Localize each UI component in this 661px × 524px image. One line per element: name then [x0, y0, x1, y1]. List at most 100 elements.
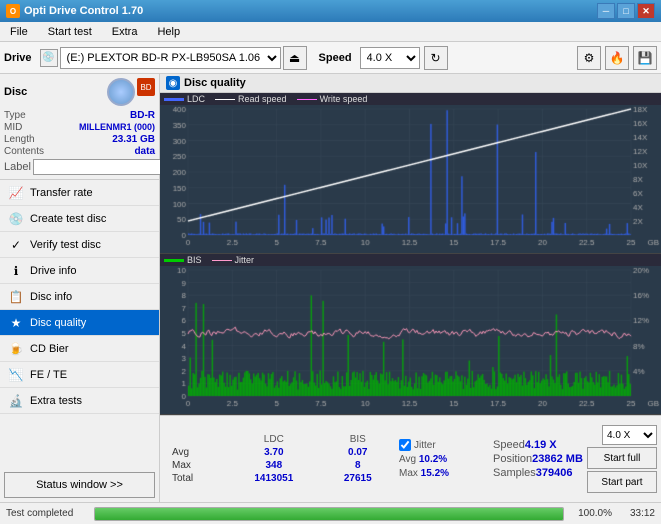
nav-verify-disc-label: Verify test disc [30, 239, 101, 251]
speed-section: Speed4.19 X Position23862 MB Samples3794… [493, 439, 583, 479]
bottom-stats: LDC BIS Avg 3.70 0.07 Max 348 8 Total [160, 415, 661, 502]
start-full-button[interactable]: Start full [587, 447, 657, 469]
length-value: 23.31 GB [112, 134, 155, 145]
bis-chart-section: BIS Jitter [160, 254, 661, 415]
nav-disc-info-label: Disc info [30, 291, 72, 303]
bis-column-header: BIS [321, 433, 396, 446]
disc-section: Disc BD Type BD-R MID MILLENMR1 (000) Le… [0, 74, 159, 180]
jitter-section: Jitter Avg 10.2% Max 15.2% [399, 439, 489, 479]
create-disc-icon: 💿 [8, 211, 24, 227]
right-panel: ◉ Disc quality LDC Read speed Write spee… [160, 74, 661, 502]
app-title: Opti Drive Control 1.70 [24, 5, 143, 17]
burn-button[interactable]: 🔥 [605, 46, 629, 70]
close-button[interactable]: ✕ [637, 3, 655, 19]
start-part-button[interactable]: Start part [587, 471, 657, 493]
menu-help[interactable]: Help [151, 24, 186, 40]
app-icon: O [6, 4, 20, 18]
speed-label-text: Speed [493, 439, 525, 451]
menu-bar: File Start test Extra Help [0, 22, 661, 42]
bis-legend: BIS Jitter [160, 254, 661, 266]
samples-label: Samples [493, 467, 536, 479]
jitter-max: 15.2% [421, 468, 449, 479]
ldc-chart-section: LDC Read speed Write speed [160, 93, 661, 254]
toolbar: Drive 💿 (E:) PLEXTOR BD-R PX-LB950SA 1.0… [0, 42, 661, 74]
max-label: Max [164, 459, 227, 472]
length-label: Length [4, 134, 35, 145]
menu-file[interactable]: File [4, 24, 34, 40]
bis-avg: 0.07 [321, 446, 396, 459]
total-label: Total [164, 472, 227, 485]
bottom-speed-select[interactable]: 4.0 X [602, 425, 657, 445]
title-bar: O Opti Drive Control 1.70 ─ □ ✕ [0, 0, 661, 22]
drive-icon: 💿 [40, 49, 58, 67]
speed-label: Speed [319, 52, 352, 64]
contents-label: Contents [4, 146, 44, 157]
status-window-button[interactable]: Status window >> [4, 472, 155, 498]
progress-percent: 100.0% [572, 508, 612, 519]
menu-start-test[interactable]: Start test [42, 24, 98, 40]
nav-drive-info-label: Drive info [30, 265, 76, 277]
extra-tests-icon: 🔬 [8, 393, 24, 409]
nav-disc-quality[interactable]: ★ Disc quality [0, 310, 159, 336]
jitter-max-label: Max [399, 468, 421, 479]
menu-extra[interactable]: Extra [106, 24, 144, 40]
drive-info-icon: ℹ [8, 263, 24, 279]
fe-te-icon: 📉 [8, 367, 24, 383]
save-button[interactable]: 💾 [633, 46, 657, 70]
speed-val: 4.19 X [525, 439, 557, 451]
nav-disc-info[interactable]: 📋 Disc info [0, 284, 159, 310]
disc-info-icon: 📋 [8, 289, 24, 305]
nav-extra-tests[interactable]: 🔬 Extra tests [0, 388, 159, 414]
nav-transfer-rate-label: Transfer rate [30, 187, 93, 199]
progress-bar-fill [95, 508, 563, 520]
left-panel: Disc BD Type BD-R MID MILLENMR1 (000) Le… [0, 74, 160, 502]
drive-select[interactable]: (E:) PLEXTOR BD-R PX-LB950SA 1.06 [60, 47, 281, 69]
maximize-button[interactable]: □ [617, 3, 635, 19]
ldc-legend: LDC Read speed Write speed [160, 93, 661, 105]
jitter-label: Jitter [414, 440, 436, 451]
nav-transfer-rate[interactable]: 📈 Transfer rate [0, 180, 159, 206]
type-value: BD-R [130, 110, 155, 121]
nav-extra-tests-label: Extra tests [30, 395, 82, 407]
nav-create-test-disc[interactable]: 💿 Create test disc [0, 206, 159, 232]
ldc-chart [160, 105, 661, 253]
nav-fe-te-label: FE / TE [30, 369, 67, 381]
stats-table: LDC BIS Avg 3.70 0.07 Max 348 8 Total [164, 433, 395, 485]
ldc-avg: 3.70 [227, 446, 320, 459]
speed-select[interactable]: 4.0 X [360, 47, 420, 69]
status-text: Test completed [6, 508, 86, 519]
mid-value: MILLENMR1 (000) [79, 122, 155, 133]
charts-container: LDC Read speed Write speed BIS Jitter [160, 93, 661, 415]
progress-bar-container [94, 507, 564, 521]
minimize-button[interactable]: ─ [597, 3, 615, 19]
disc-graphic [107, 78, 135, 106]
nav-cd-bier-label: CD Bier [30, 343, 69, 355]
label-label: Label [4, 161, 31, 173]
bis-chart [160, 266, 661, 414]
label-input[interactable] [33, 159, 171, 175]
settings-button[interactable]: ⚙ [577, 46, 601, 70]
avg-label: Avg [164, 446, 227, 459]
nav-disc-quality-label: Disc quality [30, 317, 86, 329]
eject-button[interactable]: ⏏ [283, 46, 307, 70]
position-label: Position [493, 453, 532, 465]
samples-val: 379406 [536, 467, 573, 479]
transfer-rate-icon: 📈 [8, 185, 24, 201]
contents-value: data [134, 146, 155, 157]
disc-quality-icon: ★ [8, 315, 24, 331]
nav-create-disc-label: Create test disc [30, 213, 106, 225]
verify-disc-icon: ✓ [8, 237, 24, 253]
nav-cd-bier[interactable]: 🍺 CD Bier [0, 336, 159, 362]
progress-time: 33:12 [620, 508, 655, 519]
type-label: Type [4, 110, 26, 121]
nav-drive-info[interactable]: ℹ Drive info [0, 258, 159, 284]
action-buttons: 4.0 X Start full Start part [587, 425, 657, 493]
nav-fe-te[interactable]: 📉 FE / TE [0, 362, 159, 388]
jitter-checkbox[interactable] [399, 439, 411, 451]
refresh-button[interactable]: ↻ [424, 46, 448, 70]
cd-bier-icon: 🍺 [8, 341, 24, 357]
nav-verify-test-disc[interactable]: ✓ Verify test disc [0, 232, 159, 258]
nav-items: 📈 Transfer rate 💿 Create test disc ✓ Ver… [0, 180, 159, 468]
chart-header-icon: ◉ [166, 76, 180, 90]
bis-total: 27615 [321, 472, 396, 485]
